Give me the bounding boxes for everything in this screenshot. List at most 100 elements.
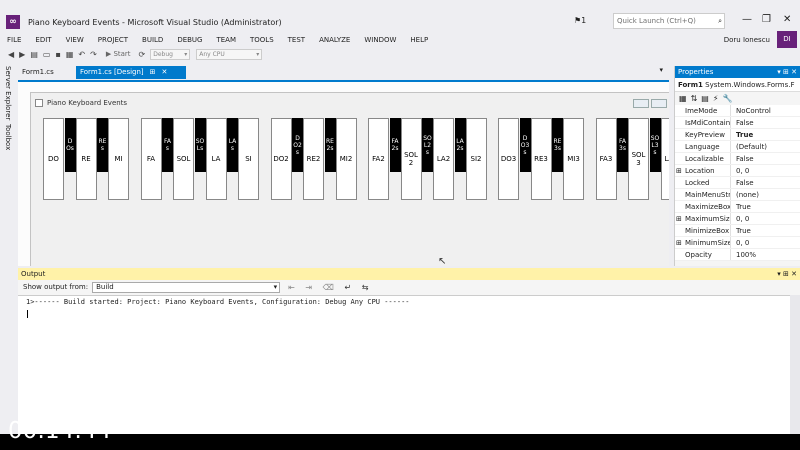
- property-value[interactable]: False: [731, 153, 754, 164]
- tab-list-icon[interactable]: ▾: [659, 66, 663, 74]
- black-key[interactable]: LA2s: [454, 118, 466, 172]
- white-key[interactable]: MI3: [563, 118, 584, 200]
- white-key[interactable]: SOL: [173, 118, 194, 200]
- output-text-area[interactable]: 1>------ Build started: Project: Piano K…: [18, 295, 790, 434]
- white-key[interactable]: FA: [140, 118, 162, 200]
- redo-icon[interactable]: ↷: [90, 50, 97, 59]
- black-key[interactable]: FA3s: [617, 118, 628, 172]
- black-key[interactable]: FA2s: [389, 118, 401, 172]
- panel-tools-icon[interactable]: ▾ ⊞ ✕: [777, 268, 797, 280]
- menu-project[interactable]: PROJECT: [91, 36, 135, 44]
- white-key[interactable]: LA3: [660, 118, 669, 200]
- menu-debug[interactable]: DEBUG: [170, 36, 209, 44]
- property-row[interactable]: MaximizeBox True: [675, 201, 800, 213]
- menu-build[interactable]: BUILD: [135, 36, 170, 44]
- tab-form1-cs[interactable]: Form1.cs: [18, 66, 76, 79]
- property-value[interactable]: 0, 0: [731, 165, 749, 176]
- white-key[interactable]: DO: [43, 118, 64, 200]
- property-row[interactable]: MainMenuStri (none): [675, 189, 800, 201]
- properties-icon[interactable]: ▤: [701, 94, 709, 103]
- word-wrap-icon[interactable]: ↵: [344, 283, 351, 292]
- black-key[interactable]: DO2s: [292, 118, 303, 172]
- property-value[interactable]: (Default): [731, 141, 767, 152]
- output-source-dropdown[interactable]: Build: [92, 281, 281, 293]
- user-name[interactable]: Doru Ionescu: [724, 34, 770, 46]
- menu-analyze[interactable]: ANALYZE: [312, 36, 357, 44]
- open-file-icon[interactable]: ▭: [43, 50, 51, 59]
- minimize-button[interactable]: —: [742, 14, 752, 25]
- property-value[interactable]: False: [731, 177, 754, 188]
- black-key[interactable]: DO3s: [519, 118, 531, 172]
- white-key[interactable]: FA2: [368, 118, 389, 200]
- configuration-dropdown[interactable]: Debug: [150, 48, 191, 60]
- back-icon[interactable]: ◀: [8, 50, 14, 59]
- white-key[interactable]: LA2: [433, 118, 454, 200]
- toggle-wrap-icon[interactable]: ⇆: [362, 283, 369, 292]
- property-value[interactable]: False: [731, 117, 754, 128]
- expand-icon[interactable]: ⊞: [676, 237, 682, 248]
- close-button[interactable]: ✕: [783, 14, 791, 25]
- white-key[interactable]: RE3: [530, 118, 552, 200]
- menu-file[interactable]: FILE: [0, 36, 28, 44]
- property-row[interactable]: Opacity 100%: [675, 249, 800, 261]
- menu-view[interactable]: VIEW: [59, 36, 91, 44]
- property-row[interactable]: Language (Default): [675, 141, 800, 153]
- output-scrollbar[interactable]: [790, 295, 800, 434]
- platform-dropdown[interactable]: Any CPU: [196, 48, 263, 60]
- pin-icon[interactable]: ⊞: [150, 68, 156, 76]
- alphabetical-icon[interactable]: ⇅: [691, 94, 698, 103]
- black-key[interactable]: RE3s: [552, 118, 563, 172]
- property-row[interactable]: Locked False: [675, 177, 800, 189]
- black-key[interactable]: SOL3s: [649, 118, 661, 172]
- white-key[interactable]: SOL 2: [400, 118, 422, 200]
- black-key[interactable]: SOLs: [194, 118, 206, 172]
- menu-test[interactable]: TEST: [281, 36, 312, 44]
- designed-form[interactable]: Piano Keyboard Events DO RE MI FA SOL LA SI DO2…: [30, 92, 669, 266]
- goto-previous-icon[interactable]: ⇤: [288, 283, 295, 292]
- property-row[interactable]: ImeMode NoControl: [675, 105, 800, 117]
- menu-window[interactable]: WINDOW: [357, 36, 403, 44]
- menu-help[interactable]: HELP: [403, 36, 435, 44]
- notification-flag[interactable]: ⚑1: [574, 16, 586, 25]
- black-key[interactable]: RE2s: [324, 118, 336, 172]
- property-value[interactable]: True: [731, 225, 751, 236]
- white-key[interactable]: SOL 3: [628, 118, 649, 200]
- property-row[interactable]: ⊞ MaximumSize 0, 0: [675, 213, 800, 225]
- undo-icon[interactable]: ↶: [78, 50, 85, 59]
- tab-form1-design[interactable]: Form1.cs [Design] ⊞ ✕: [76, 66, 186, 79]
- property-value[interactable]: 0, 0: [731, 213, 749, 224]
- attach-icon[interactable]: ⟳: [139, 50, 146, 59]
- quick-launch-input[interactable]: Quick Launch (Ctrl+Q) ⌕: [613, 13, 725, 29]
- categorized-icon[interactable]: ▦: [679, 94, 687, 103]
- white-key[interactable]: FA3: [595, 118, 617, 200]
- white-key[interactable]: DO2: [270, 118, 292, 200]
- white-key[interactable]: DO3: [498, 118, 519, 200]
- goto-next-icon[interactable]: ⇥: [305, 283, 312, 292]
- menu-edit[interactable]: EDIT: [28, 36, 58, 44]
- side-tab-toolbox[interactable]: Toolbox: [4, 124, 12, 150]
- close-tab-icon[interactable]: ✕: [162, 68, 168, 76]
- avatar[interactable]: DI: [777, 31, 797, 48]
- white-key[interactable]: SI2: [465, 118, 487, 200]
- property-value[interactable]: 0, 0: [731, 237, 749, 248]
- black-key[interactable]: LAs: [227, 118, 238, 172]
- new-project-icon[interactable]: ▤: [30, 50, 38, 59]
- property-value[interactable]: 100%: [731, 249, 756, 260]
- menu-tools[interactable]: TOOLS: [243, 36, 281, 44]
- black-key[interactable]: DOs: [64, 118, 76, 172]
- property-row[interactable]: ⊞ Location 0, 0: [675, 165, 800, 177]
- property-row[interactable]: ⊞ MinimumSize 0, 0: [675, 237, 800, 249]
- black-key[interactable]: REs: [97, 118, 108, 172]
- white-key[interactable]: SI: [238, 118, 259, 200]
- property-row[interactable]: Localizable False: [675, 153, 800, 165]
- black-key[interactable]: SOL2s: [422, 118, 433, 172]
- expand-icon[interactable]: ⊞: [676, 213, 682, 224]
- property-row[interactable]: KeyPreview True: [675, 129, 800, 141]
- object-selector[interactable]: Form1 System.Windows.Forms.F: [675, 78, 800, 92]
- white-key[interactable]: RE2: [303, 118, 324, 200]
- start-button[interactable]: ▶ Start: [106, 50, 131, 58]
- property-value[interactable]: (none): [731, 189, 759, 200]
- property-value[interactable]: True: [731, 201, 751, 212]
- forward-icon[interactable]: ▶: [19, 50, 25, 59]
- white-key[interactable]: RE: [75, 118, 97, 200]
